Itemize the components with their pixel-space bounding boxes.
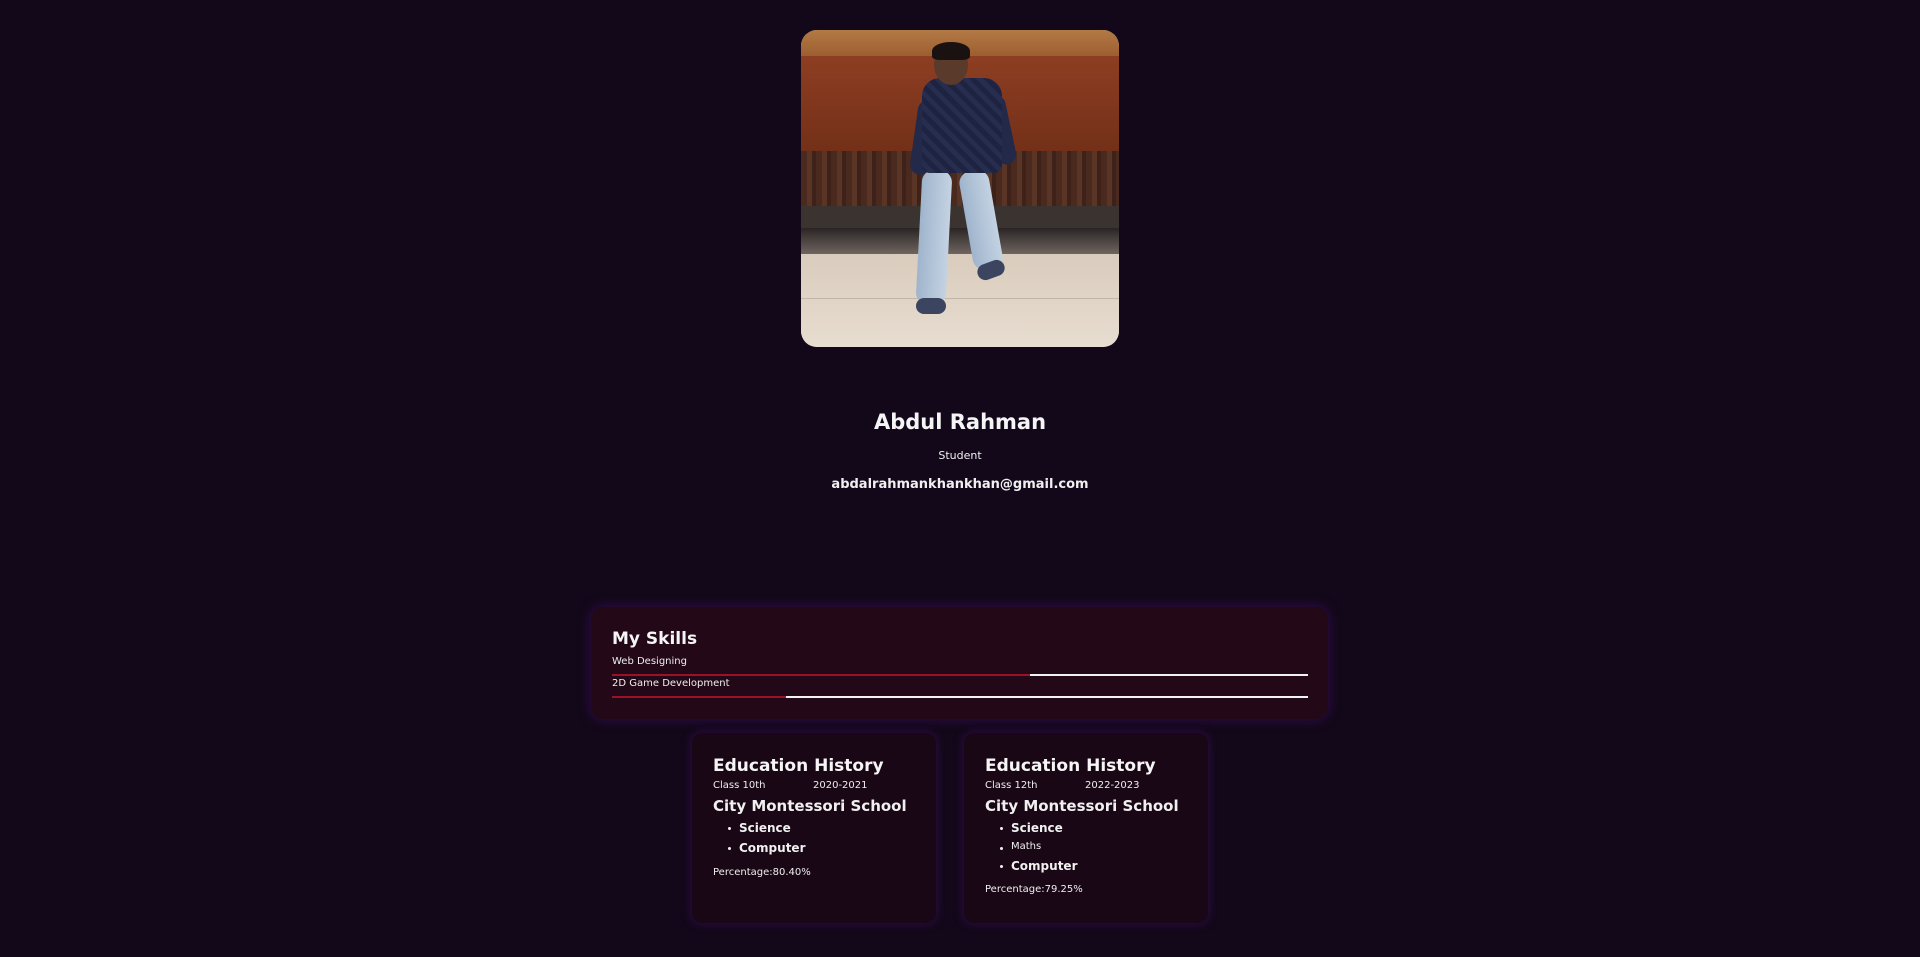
skill-bar-fill — [612, 674, 1030, 676]
profile-role: Student — [938, 449, 982, 462]
education-school: City Montessori School — [985, 797, 1179, 815]
skill-bar-fill — [612, 696, 786, 698]
education-subjects: Science Maths Computer — [985, 818, 1077, 876]
education-card-class-12: Education History Class 12th 2022-2023 C… — [964, 733, 1208, 923]
skills-title: My Skills — [612, 629, 698, 649]
education-percentage: Percentage:79.25% — [985, 884, 1083, 895]
skills-card: My Skills Web Designing 2D Game Developm… — [591, 607, 1328, 719]
education-percentage: Percentage:80.40% — [713, 867, 811, 878]
education-subjects: Science Computer — [713, 818, 805, 858]
skill-label-2d-game-development: 2D Game Development — [612, 678, 730, 689]
profile-email[interactable]: abdalrahmankhankhan@gmail.com — [0, 477, 1920, 492]
education-years: 2022-2023 — [1085, 780, 1140, 791]
education-card-class-10: Education History Class 10th 2020-2021 C… — [692, 733, 936, 923]
education-title: Education History — [713, 756, 884, 776]
skill-bar-web-designing — [612, 674, 1308, 676]
skill-label-web-designing: Web Designing — [612, 656, 687, 667]
profile-name: Abdul Rahman — [873, 410, 1047, 434]
subject-item: Computer — [713, 838, 805, 858]
skill-bar-2d-game-development — [612, 696, 1308, 698]
subject-item: Science — [985, 818, 1077, 838]
profile-photo — [801, 30, 1119, 347]
subject-item: Computer — [985, 856, 1077, 876]
subject-item: Science — [713, 818, 805, 838]
education-class: Class 12th — [985, 780, 1038, 791]
education-school: City Montessori School — [713, 797, 907, 815]
education-title: Education History — [985, 756, 1156, 776]
education-class: Class 10th — [713, 780, 766, 791]
education-years: 2020-2021 — [813, 780, 868, 791]
subject-item: Maths — [985, 838, 1077, 856]
portfolio-page: Abdul Rahman Student abdalrahmankhankhan… — [0, 0, 1920, 957]
